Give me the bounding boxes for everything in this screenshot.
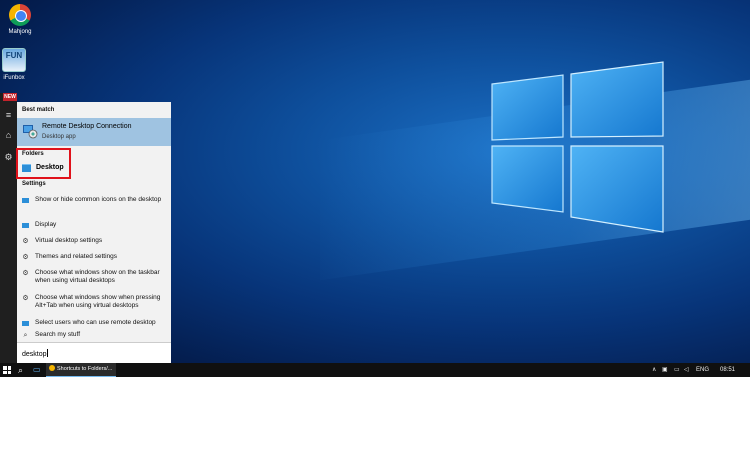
settings-result-virtual-desktop[interactable]: ⚙ Virtual desktop settings [17, 237, 171, 247]
gear-icon: ⚙ [22, 295, 29, 302]
settings-gear-icon[interactable]: ⚙ [0, 149, 17, 165]
settings-result-themes[interactable]: ⚙ Themes and related settings [17, 253, 171, 263]
desktop-icon-ifunbox[interactable]: FUN iFunbox [0, 48, 34, 82]
desktop-icon-label: iFunbox [3, 75, 25, 81]
taskbar-app-label: Shortcuts to Folders/... [57, 366, 113, 372]
taskbar-app-button[interactable]: Shortcuts to Folders/... [46, 363, 116, 377]
settings-result-show-hide-icons[interactable]: Show or hide common icons on the desktop [17, 196, 171, 214]
remote-desktop-icon [23, 125, 38, 139]
logo-pane-top-right [570, 61, 664, 138]
settings-result-alt-tab[interactable]: ⚙ Choose what windows show when pressing… [17, 294, 171, 312]
search-results-panel: Best match Remote Desktop Connection Des… [17, 102, 171, 364]
gear-icon: ⚙ [22, 238, 29, 245]
desktop-icon-mahjong[interactable]: Mahjong [0, 4, 40, 36]
settings-result-label: Virtual desktop settings [35, 237, 103, 244]
language-indicator[interactable]: ENG [696, 363, 709, 377]
volume-icon[interactable]: ◁ [684, 363, 689, 377]
gear-icon: ⚙ [22, 270, 29, 277]
settings-heading: Settings [22, 181, 46, 187]
settings-result-label: Show or hide common icons on the desktop [35, 196, 162, 203]
start-left-rail: NEW ≡ ⌂ ⚙ [0, 93, 17, 363]
logo-pane-bottom-left [491, 145, 564, 213]
chrome-icon [9, 4, 31, 26]
logo-pane-top-left [491, 74, 564, 141]
settings-result-taskbar-windows[interactable]: ⚙ Choose what windows show on the taskba… [17, 269, 171, 287]
settings-result-label: Select users who can use remote desktop [35, 319, 156, 326]
tray-overflow-icon[interactable]: ∧ [652, 363, 656, 377]
best-match-result[interactable]: Remote Desktop Connection Desktop app [17, 118, 171, 146]
annotation-highlight-box [16, 148, 71, 179]
best-match-title: Remote Desktop Connection [42, 123, 132, 130]
desktop-icon-label: Mahjong [8, 29, 32, 35]
network-icon[interactable]: ▣ [662, 363, 668, 377]
clock[interactable]: 08:51 [720, 363, 735, 377]
monitor-icon [22, 321, 29, 326]
settings-result-label: Choose what windows show when pressing A… [35, 294, 161, 309]
search-my-stuff[interactable]: ⌕ Search my stuff [17, 331, 171, 341]
monitor-icon [22, 198, 29, 203]
search-icon: ⌕ [23, 332, 28, 339]
settings-result-label: Themes and related settings [35, 253, 118, 260]
best-match-heading: Best match [22, 107, 55, 113]
monitor-icon [22, 223, 29, 228]
search-my-stuff-label: Search my stuff [35, 331, 81, 338]
search-input-value: desktop [22, 349, 48, 358]
settings-result-display[interactable]: Display [17, 221, 171, 231]
logo-pane-bottom-right [570, 145, 664, 233]
taskbar: ⌕ ▭ Shortcuts to Folders/... ∧ ▣ ▭ ◁ ENG… [0, 363, 750, 377]
best-match-subtitle: Desktop app [42, 134, 76, 140]
task-view-icon[interactable]: ▭ [33, 363, 41, 377]
search-input[interactable]: desktop [17, 342, 171, 364]
hamburger-menu-icon[interactable]: ≡ [0, 107, 17, 123]
windows-start-icon[interactable] [3, 366, 11, 374]
funbox-icon: FUN [2, 48, 26, 72]
settings-result-label: Display [35, 221, 57, 228]
home-icon[interactable]: ⌂ [0, 127, 17, 143]
gear-icon: ⚙ [22, 254, 29, 261]
settings-result-remote-users[interactable]: Select users who can use remote desktop [17, 319, 171, 329]
battery-icon[interactable]: ▭ [674, 363, 680, 377]
search-icon[interactable]: ⌕ [18, 363, 23, 377]
folder-icon [49, 365, 55, 371]
new-badge: NEW [3, 93, 17, 101]
settings-result-label: Choose what windows show on the taskbar … [35, 269, 160, 284]
